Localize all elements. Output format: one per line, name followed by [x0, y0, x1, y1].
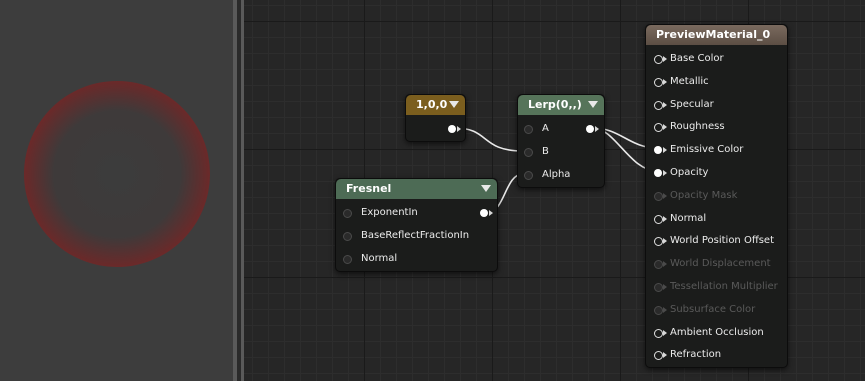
input-pin-icon[interactable] — [524, 148, 533, 157]
material-input-opacity-mask: Opacity Mask — [670, 189, 738, 201]
constant-node-title: 1,0,0 — [416, 98, 448, 111]
input-pin-icon[interactable] — [654, 77, 663, 87]
material-input-emissive-color[interactable]: Emissive Color — [670, 144, 743, 156]
chevron-down-icon[interactable] — [588, 101, 598, 108]
material-input-refraction[interactable]: Refraction — [670, 349, 721, 361]
input-pin-icon[interactable] — [654, 100, 663, 110]
material-input-normal[interactable]: Normal — [670, 213, 706, 225]
input-pin-icon[interactable] — [654, 351, 663, 361]
input-pin-icon[interactable] — [343, 232, 352, 241]
chevron-down-icon[interactable] — [481, 185, 491, 192]
pin-arrow-icon — [663, 147, 667, 154]
pin-arrow-icon — [663, 352, 667, 359]
preview-sphere[interactable] — [24, 81, 210, 267]
chevron-down-icon[interactable] — [449, 101, 459, 108]
pin-arrow-icon — [663, 192, 667, 199]
lerp-node-title: Lerp(0,,) — [528, 98, 582, 111]
pin-arrow-icon — [663, 170, 667, 176]
lerp-input-b[interactable]: B — [542, 146, 549, 158]
constant-node-header[interactable]: 1,0,0 — [406, 95, 465, 115]
input-pin-icon[interactable] — [524, 125, 533, 134]
pin-arrow-icon — [663, 215, 667, 222]
material-input-ambient-occlusion[interactable]: Ambient Occlusion — [670, 327, 764, 339]
constant-node[interactable]: 1,0,0 — [405, 94, 466, 142]
input-pin-icon — [654, 305, 663, 315]
preview-material-header[interactable]: PreviewMaterial_0 — [646, 25, 787, 45]
fresnel-input-exponent[interactable]: ExponentIn — [361, 207, 418, 219]
pin-arrow-icon — [663, 101, 667, 108]
material-input-metallic[interactable]: Metallic — [670, 76, 709, 88]
input-pin-icon[interactable] — [654, 55, 663, 64]
input-pin-icon[interactable] — [654, 237, 663, 247]
input-pin-icon — [654, 191, 663, 201]
lerp-input-a[interactable]: A — [542, 123, 549, 135]
material-input-roughness[interactable]: Roughness — [670, 121, 725, 133]
pin-arrow-icon — [663, 238, 667, 245]
pin-arrow-icon — [663, 124, 667, 131]
input-pin-icon[interactable] — [343, 209, 352, 218]
pin-arrow-icon — [663, 261, 667, 268]
preview-material-node[interactable]: PreviewMaterial_0 Base Color Metallic Spec… — [645, 24, 788, 368]
fresnel-node[interactable]: Fresnel ExponentIn BaseReflectFractionIn… — [335, 178, 498, 272]
input-pin-icon[interactable] — [654, 328, 663, 338]
input-pin-icon — [654, 283, 663, 292]
input-pin-icon[interactable] — [654, 169, 662, 177]
input-pin-icon[interactable] — [654, 123, 663, 133]
lerp-node[interactable]: Lerp(0,,) A B Alpha — [517, 94, 605, 188]
input-pin-icon — [654, 260, 663, 270]
pin-arrow-icon — [663, 329, 667, 336]
pin-arrow-icon — [663, 78, 667, 85]
material-preview-panel[interactable] — [0, 0, 233, 381]
fresnel-node-header[interactable]: Fresnel — [336, 179, 497, 199]
pin-arrow-icon — [457, 126, 461, 132]
pin-arrow-icon — [663, 306, 667, 313]
fresnel-input-basereflect[interactable]: BaseReflectFractionIn — [361, 230, 469, 242]
fresnel-node-title: Fresnel — [346, 182, 392, 195]
fresnel-input-normal[interactable]: Normal — [361, 253, 397, 265]
material-input-world-position-offset[interactable]: World Position Offset — [670, 235, 774, 247]
pin-arrow-icon — [663, 284, 667, 290]
material-input-subsurface-color: Subsurface Color — [670, 303, 756, 315]
material-input-specular[interactable]: Specular — [670, 99, 714, 111]
input-pin-icon[interactable] — [654, 146, 662, 155]
output-pin-icon[interactable] — [586, 125, 594, 133]
pin-arrow-icon — [489, 210, 493, 216]
material-input-tessellation-multiplier: Tessellation Multiplier — [670, 281, 778, 292]
input-pin-icon[interactable] — [343, 255, 352, 264]
pin-arrow-icon — [663, 56, 667, 62]
material-input-world-displacement: World Displacement — [670, 258, 771, 270]
output-pin-icon[interactable] — [480, 209, 488, 217]
pin-arrow-icon — [595, 126, 599, 132]
material-input-base-color[interactable]: Base Color — [670, 53, 724, 65]
input-pin-icon[interactable] — [524, 171, 533, 180]
output-pin-icon[interactable] — [448, 125, 456, 133]
lerp-node-header[interactable]: Lerp(0,,) — [518, 95, 604, 115]
preview-material-title: PreviewMaterial_0 — [656, 28, 771, 41]
lerp-input-alpha[interactable]: Alpha — [542, 169, 570, 181]
input-pin-icon[interactable] — [654, 214, 663, 224]
material-input-opacity[interactable]: Opacity — [670, 167, 708, 179]
